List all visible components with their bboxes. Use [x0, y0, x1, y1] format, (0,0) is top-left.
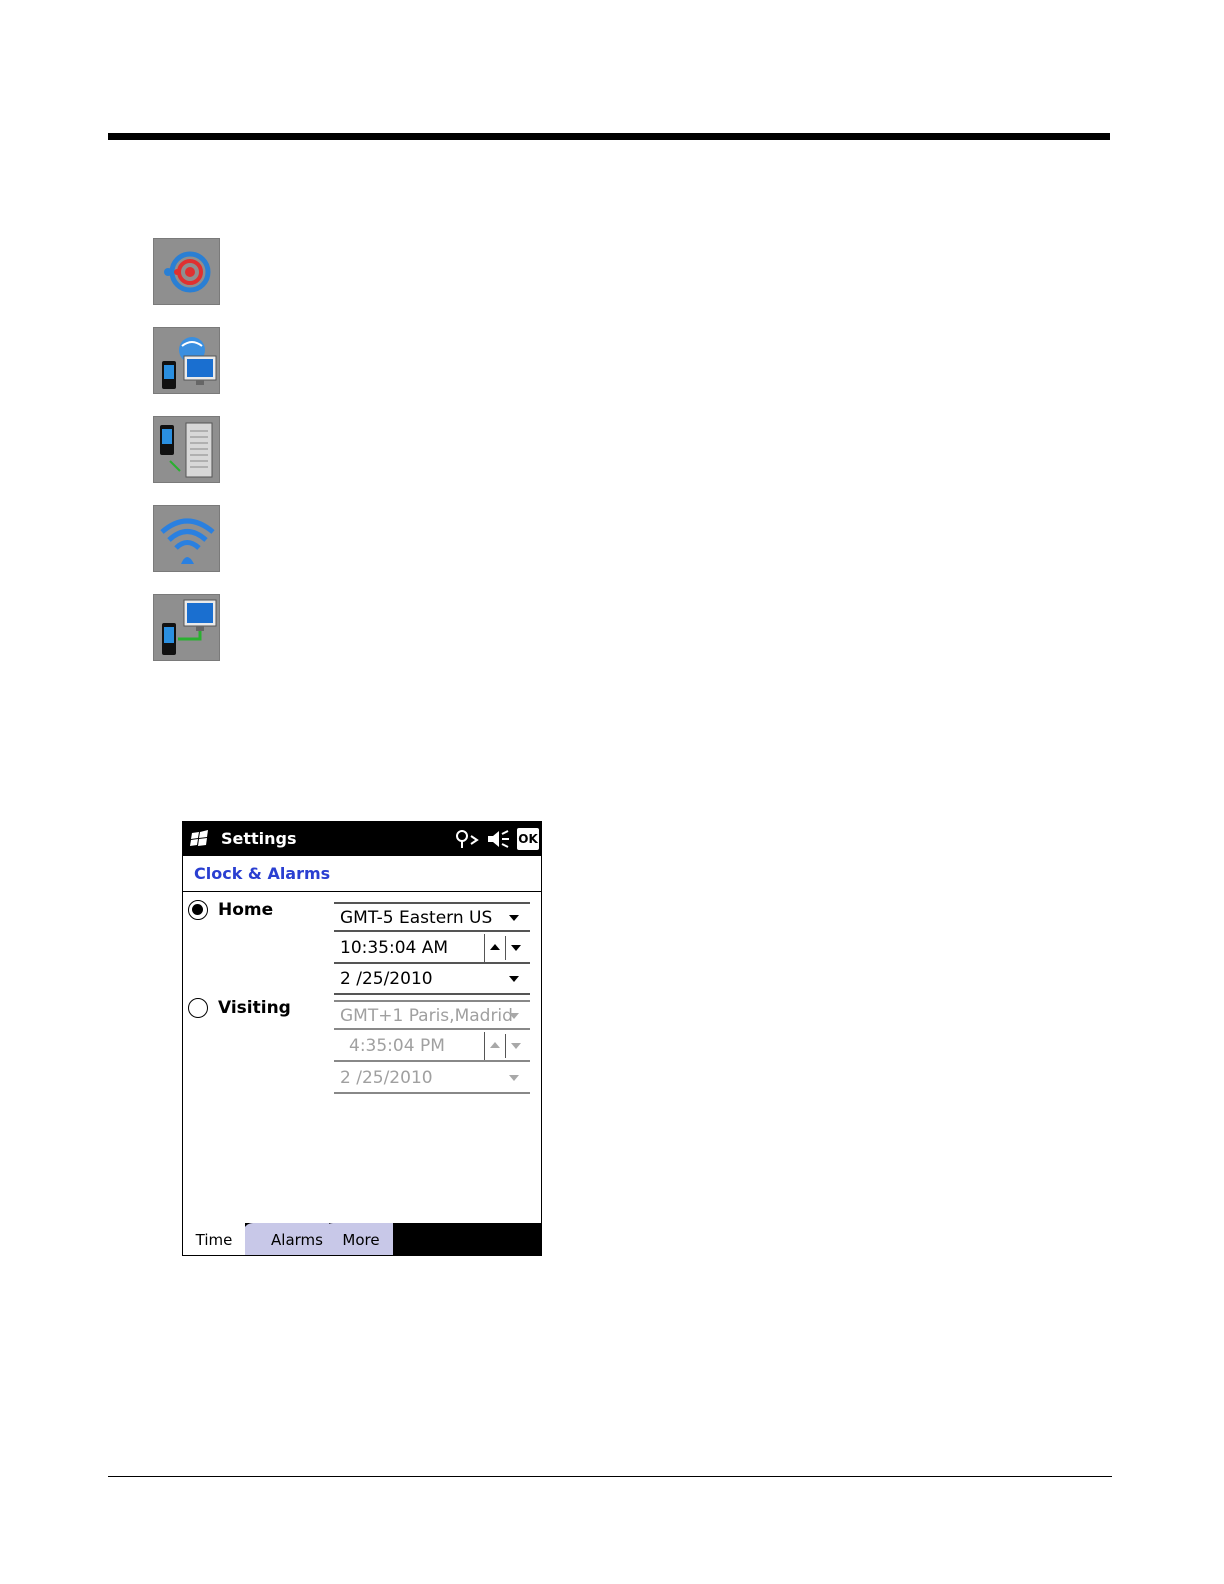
home-date-dropdown[interactable]: 2 /25/2010 — [334, 965, 530, 995]
tab-more[interactable]: More — [323, 1223, 393, 1255]
tab-alarms[interactable]: Alarms — [243, 1223, 329, 1255]
chevron-down-icon[interactable] — [509, 976, 519, 982]
device-server-sync-icon — [153, 416, 220, 483]
speaker-muted-icon[interactable] — [486, 828, 510, 850]
page-title: Clock & Alarms — [194, 864, 331, 883]
app-title: Settings — [221, 829, 297, 848]
spinner-divider — [505, 1034, 506, 1058]
tab-time[interactable]: Time — [183, 1223, 245, 1255]
home-timezone-value: GMT-5 Eastern US — [340, 908, 493, 928]
spin-down-icon[interactable] — [511, 945, 521, 951]
visiting-time-field[interactable]: 4:35:04 PM — [334, 1032, 530, 1062]
visiting-radio-label: Visiting — [218, 998, 291, 1018]
network-connection-icon — [153, 327, 220, 394]
clock-alarms-screen: Settings OK Clock & Alarms Home GMT-5 Ea… — [182, 821, 542, 1256]
footer-rule — [108, 1476, 1112, 1477]
home-timezone-dropdown[interactable]: GMT-5 Eastern US — [334, 902, 530, 932]
header-divider — [183, 891, 541, 892]
chevron-down-icon[interactable] — [509, 915, 519, 921]
visiting-radio-button[interactable] — [188, 998, 208, 1018]
home-time-spinner[interactable] — [484, 934, 531, 962]
header-rule — [108, 133, 1110, 140]
spin-up-icon[interactable] — [490, 1042, 500, 1048]
visiting-date-value: 2 /25/2010 — [340, 1068, 433, 1088]
home-date-value: 2 /25/2010 — [340, 969, 433, 989]
visiting-timezone-dropdown[interactable]: GMT+1 Paris,Madrid — [334, 1000, 530, 1030]
chevron-down-icon[interactable] — [509, 1013, 519, 1019]
connectivity-icon[interactable] — [453, 828, 481, 850]
visiting-radio-option[interactable]: Visiting — [188, 998, 291, 1018]
windows-start-icon[interactable] — [189, 828, 211, 850]
spinner-divider — [505, 936, 506, 960]
tab-bar: More Alarms Time — [183, 1223, 541, 1255]
home-radio-label: Home — [218, 900, 274, 920]
chevron-down-icon[interactable] — [509, 1075, 519, 1081]
visiting-time-value: 4:35:04 PM — [349, 1036, 445, 1056]
visiting-date-dropdown[interactable]: 2 /25/2010 — [334, 1064, 530, 1094]
home-time-value: 10:35:04 AM — [340, 938, 449, 958]
pc-connection-icon — [153, 594, 220, 661]
ok-button[interactable]: OK — [517, 828, 539, 850]
spin-up-icon[interactable] — [490, 944, 500, 950]
visiting-time-spinner[interactable] — [484, 1032, 531, 1060]
wireless-signal-icon — [153, 505, 220, 572]
home-radio-option[interactable]: Home — [188, 900, 273, 920]
bluetooth-discovery-icon — [153, 238, 220, 305]
visiting-timezone-value: GMT+1 Paris,Madrid — [340, 1006, 513, 1026]
home-radio-button[interactable] — [188, 900, 208, 920]
home-time-field[interactable]: 10:35:04 AM — [334, 934, 530, 964]
spin-down-icon[interactable] — [511, 1043, 521, 1049]
title-bar: Settings OK — [183, 822, 541, 856]
